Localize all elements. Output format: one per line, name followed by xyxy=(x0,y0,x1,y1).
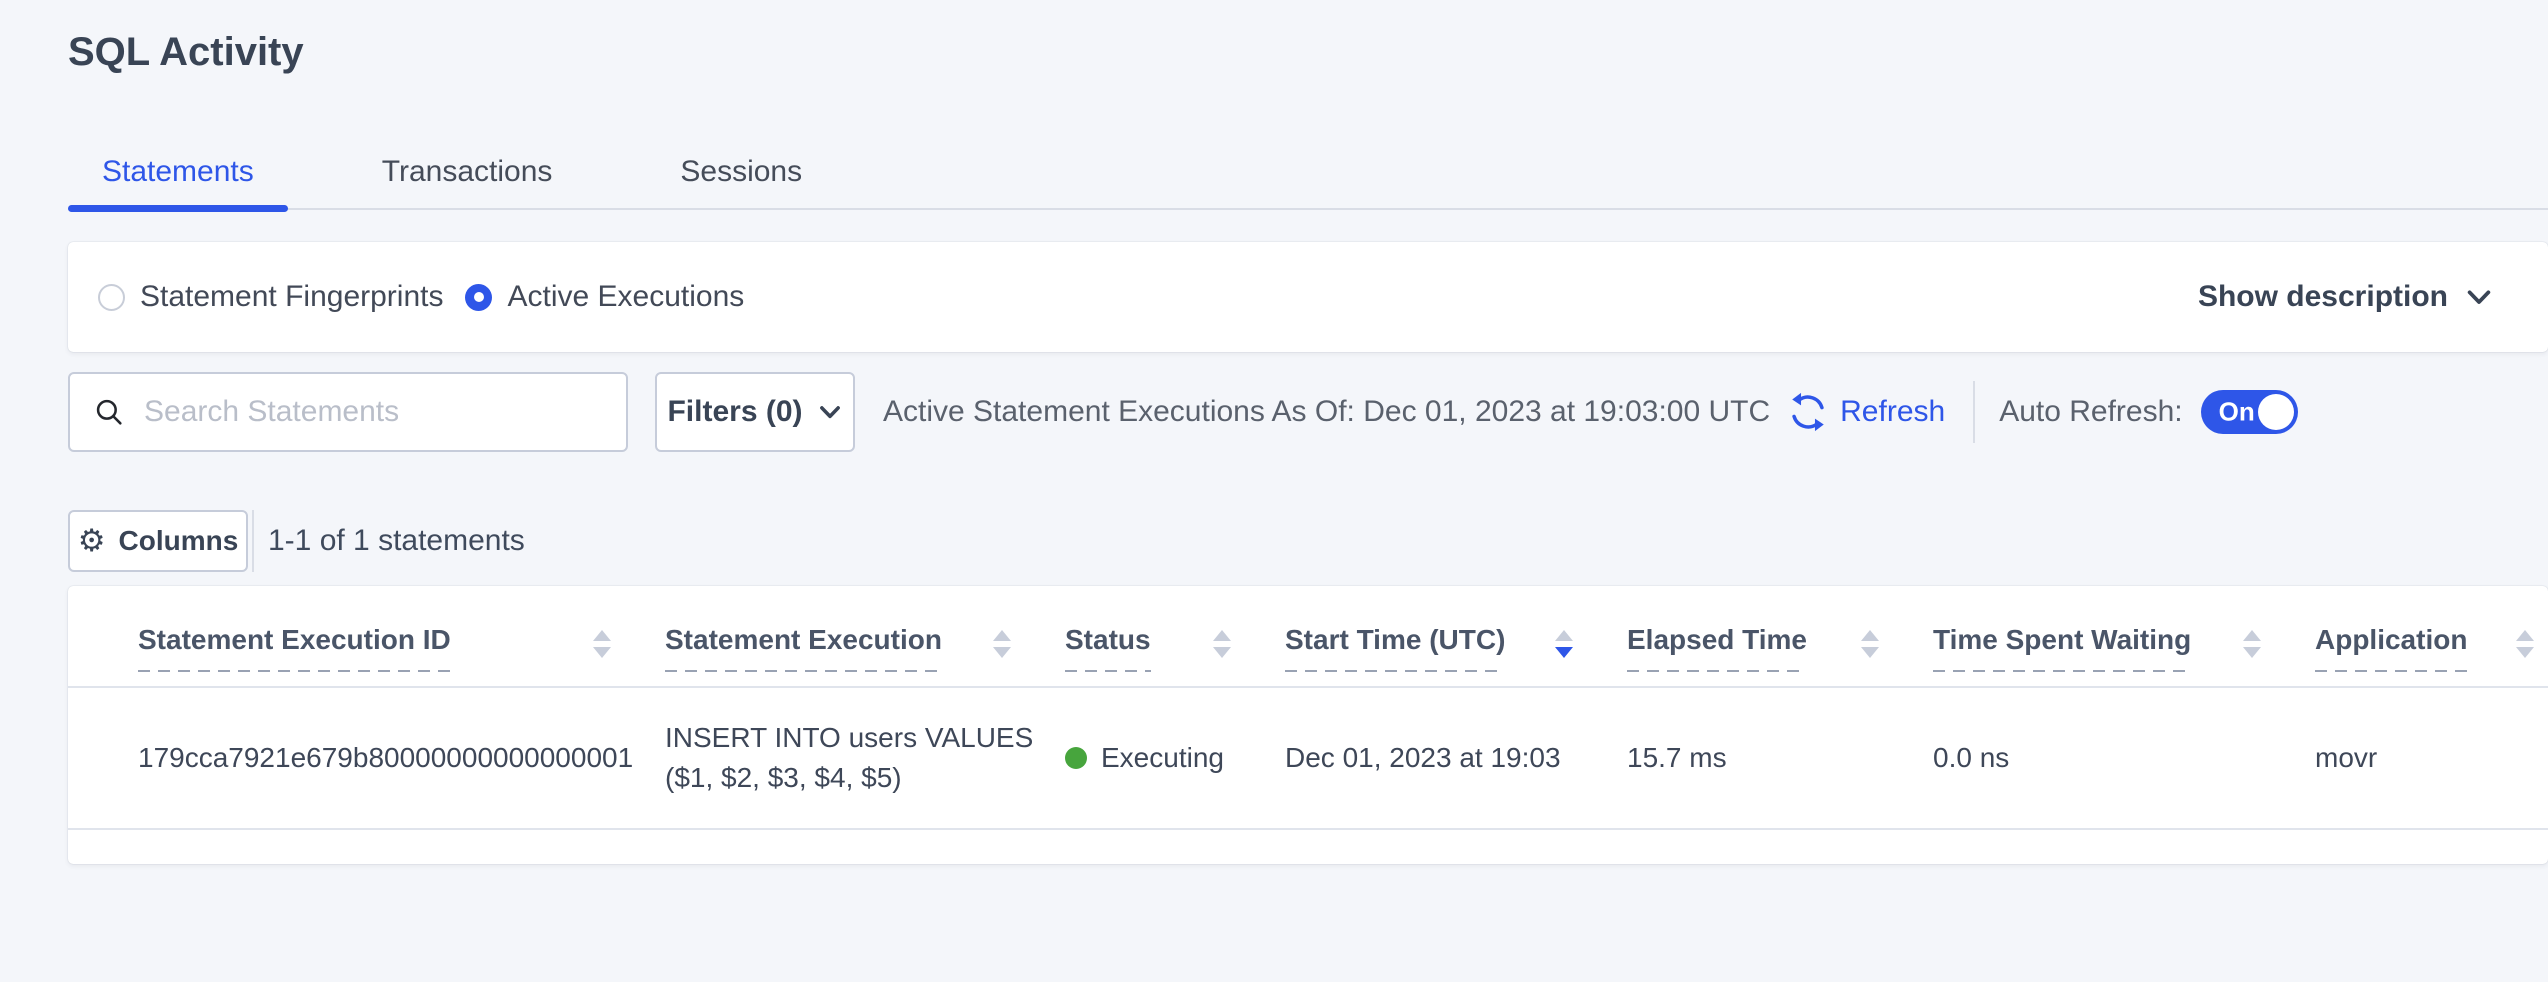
show-description-toggle[interactable]: Show description xyxy=(2198,280,2494,314)
sort-arrows-icon[interactable] xyxy=(2243,630,2261,658)
chevron-down-icon xyxy=(817,399,843,425)
view-mode-card: Statement Fingerprints Active Executions… xyxy=(68,242,2548,352)
search-icon xyxy=(92,395,126,429)
column-header-start-time[interactable]: Start Time (UTC) xyxy=(1285,586,1627,687)
refresh-button[interactable]: Refresh xyxy=(1786,390,1945,434)
table-toolbar: ⚙ Columns 1-1 of 1 statements xyxy=(68,510,2548,572)
auto-refresh-label: Auto Refresh: xyxy=(1999,395,2182,429)
sort-arrows-icon[interactable] xyxy=(1861,630,1879,658)
page-title: SQL Activity xyxy=(68,0,2548,76)
chevron-down-icon xyxy=(2464,282,2494,312)
tab-transactions[interactable]: Transactions xyxy=(348,136,587,208)
columns-button[interactable]: ⚙ Columns xyxy=(68,510,248,572)
sql-activity-page: SQL Activity Statements Transactions Ses… xyxy=(0,0,2548,864)
gear-icon: ⚙ xyxy=(78,526,106,557)
sort-arrows-icon[interactable] xyxy=(1213,630,1231,658)
results-count: 1-1 of 1 statements xyxy=(268,524,525,558)
as-of-timestamp: Active Statement Executions As Of: Dec 0… xyxy=(883,395,1770,429)
cell-time-spent-waiting: 0.0 ns xyxy=(1933,687,2315,829)
column-header-statement-execution[interactable]: Statement Execution xyxy=(665,586,1065,687)
auto-refresh-toggle[interactable]: On xyxy=(2201,390,2298,434)
column-header-status[interactable]: Status xyxy=(1065,586,1285,687)
sort-arrows-icon[interactable] xyxy=(2516,630,2534,658)
cell-status: Executing xyxy=(1065,687,1285,829)
filters-button[interactable]: Filters (0) xyxy=(655,372,855,452)
sort-arrows-icon[interactable] xyxy=(593,630,611,658)
table-row: 179cca7921e679b80000000000000001 INSERT … xyxy=(68,687,2548,829)
column-header-application[interactable]: Application xyxy=(2315,586,2548,687)
controls-row: Filters (0) Active Statement Executions … xyxy=(68,372,2548,452)
show-description-label: Show description xyxy=(2198,280,2448,314)
tab-sessions[interactable]: Sessions xyxy=(646,136,836,208)
radio-statement-fingerprints[interactable]: Statement Fingerprints xyxy=(98,280,443,314)
toggle-knob xyxy=(2258,394,2294,430)
cell-elapsed-time: 15.7 ms xyxy=(1627,687,1933,829)
tab-bar: Statements Transactions Sessions xyxy=(68,136,2548,210)
column-header-statement-execution-id[interactable]: Statement Execution ID xyxy=(68,586,665,687)
statements-table-card: Statement Execution ID Statement Executi… xyxy=(68,586,2548,864)
radio-label: Statement Fingerprints xyxy=(140,280,443,314)
search-input-wrapper[interactable] xyxy=(68,372,628,452)
refresh-label: Refresh xyxy=(1840,395,1945,429)
columns-label: Columns xyxy=(119,525,239,557)
sort-arrows-icon[interactable] xyxy=(1555,630,1573,658)
column-header-elapsed-time[interactable]: Elapsed Time xyxy=(1627,586,1933,687)
refresh-icon xyxy=(1786,390,1830,434)
divider xyxy=(1973,381,1975,443)
tab-statements[interactable]: Statements xyxy=(68,136,288,208)
divider xyxy=(252,510,254,572)
column-header-time-spent-waiting[interactable]: Time Spent Waiting xyxy=(1933,586,2315,687)
cell-statement-execution[interactable]: INSERT INTO users VALUES ($1, $2, $3, $4… xyxy=(665,687,1065,829)
sort-arrows-icon[interactable] xyxy=(993,630,1011,658)
filters-label: Filters (0) xyxy=(667,395,802,429)
cell-statement-execution-id[interactable]: 179cca7921e679b80000000000000001 xyxy=(68,687,665,829)
status-dot-icon xyxy=(1065,747,1087,769)
toggle-state-label: On xyxy=(2219,397,2255,428)
radio-selected-icon xyxy=(465,284,492,311)
radio-label: Active Executions xyxy=(507,280,744,314)
search-input[interactable] xyxy=(144,395,604,429)
cell-application: movr xyxy=(2315,687,2548,829)
table-header-row: Statement Execution ID Statement Executi… xyxy=(68,586,2548,687)
radio-unselected-icon xyxy=(98,284,125,311)
statements-table: Statement Execution ID Statement Executi… xyxy=(68,586,2548,830)
status-label: Executing xyxy=(1101,742,1224,773)
radio-active-executions[interactable]: Active Executions xyxy=(465,280,744,314)
cell-start-time: Dec 01, 2023 at 19:03 xyxy=(1285,687,1627,829)
